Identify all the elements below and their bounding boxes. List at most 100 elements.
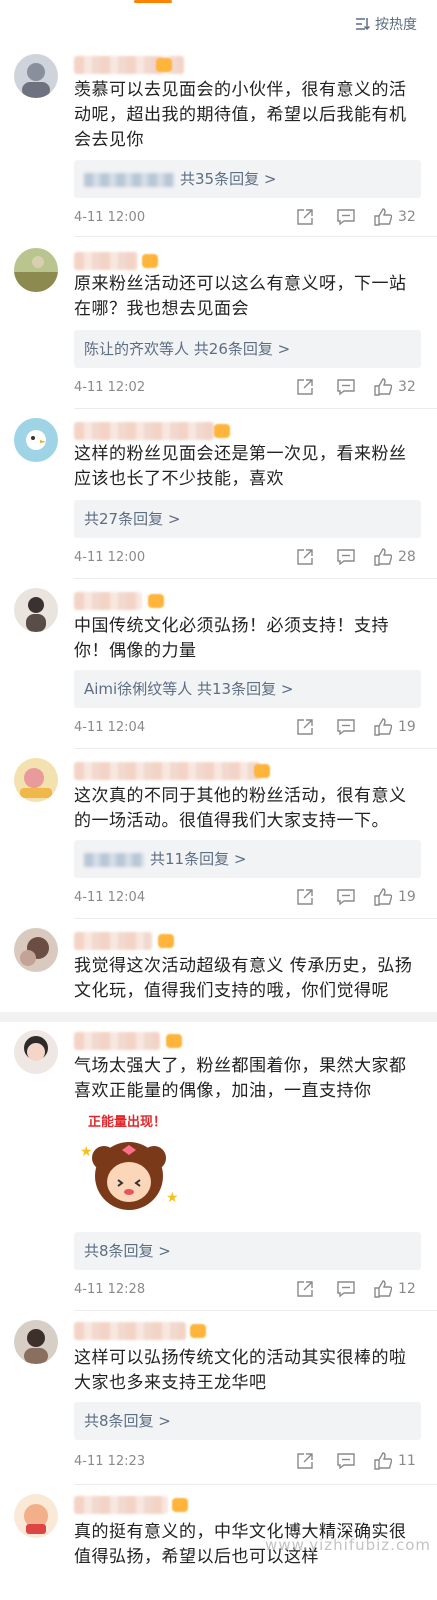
replies-link[interactable]: 共8条回复 >	[74, 1232, 421, 1270]
like-count: 32	[398, 209, 416, 225]
svg-text:★: ★	[166, 1190, 179, 1206]
share-icon[interactable]	[296, 208, 314, 230]
divider	[74, 918, 437, 919]
sticker-caption: 正能量出现！	[88, 1114, 166, 1130]
comment-icon[interactable]	[336, 208, 356, 230]
share-icon[interactable]	[296, 718, 314, 740]
like-button[interactable]: 11	[374, 1452, 416, 1470]
divider	[74, 236, 437, 237]
replies-count: 共26条回复 >	[193, 340, 291, 358]
replies-link[interactable]: 共8条回复 >	[74, 1402, 421, 1440]
user-name-blurred[interactable]	[74, 762, 260, 780]
reply-names-blurred	[84, 172, 174, 187]
vip-badge-icon	[172, 1498, 188, 1512]
active-tab-indicator	[134, 0, 172, 3]
share-icon[interactable]	[296, 548, 314, 570]
user-name-blurred[interactable]	[74, 932, 152, 950]
replies-link[interactable]: 陈让的齐欢等人 共26条回复 >	[74, 330, 421, 368]
comment-time: 4-11 12:28	[74, 1282, 146, 1297]
like-count: 19	[398, 889, 416, 905]
like-count: 11	[398, 1453, 416, 1469]
comment-meta: 4-11 12:00 32	[74, 208, 423, 228]
divider	[74, 1484, 437, 1485]
like-count: 12	[398, 1281, 416, 1297]
share-icon[interactable]	[296, 888, 314, 910]
replies-count: 共8条回复 >	[84, 1242, 171, 1260]
reply-names-blurred	[84, 852, 144, 867]
comment-text: 这样可以弘扬传统文化的活动其实很棒的啦大家也多来支持王龙华吧	[74, 1348, 407, 1393]
sort-label: 按热度	[375, 17, 417, 33]
like-button[interactable]: 12	[374, 1280, 416, 1298]
comment-time: 4-11 12:04	[74, 720, 146, 735]
comment-icon[interactable]	[336, 718, 356, 740]
sticker-image[interactable]: 正能量出现！ ★ ★	[74, 1110, 184, 1220]
replies-link[interactable]: 共27条回复 >	[74, 500, 421, 538]
sort-by-hot-button[interactable]: 按热度	[355, 14, 417, 34]
avatar[interactable]	[14, 928, 58, 972]
user-name-blurred[interactable]	[74, 1496, 168, 1514]
comment-text: 这样的粉丝见面会还是第一次见，看来粉丝应该也长了不少技能，喜欢	[74, 444, 407, 489]
like-count: 28	[398, 549, 416, 565]
comment-time: 4-11 12:23	[74, 1454, 146, 1469]
divider	[74, 748, 437, 749]
vip-badge-icon	[166, 1034, 182, 1048]
comment-text: 原来粉丝活动还可以这么有意义呀，下一站在哪？我也想去见面会	[74, 274, 407, 319]
comment-meta: 4-11 12:23 11	[74, 1452, 423, 1472]
comment-icon[interactable]	[336, 888, 356, 910]
avatar[interactable]	[14, 418, 58, 462]
thumb-up-icon	[374, 1452, 392, 1470]
replies-count: 共35条回复 >	[180, 170, 277, 188]
svg-text:★: ★	[80, 1144, 93, 1160]
replies-count: 共11条回复 >	[150, 850, 247, 868]
avatar[interactable]	[14, 1494, 58, 1538]
comment-icon[interactable]	[336, 1280, 356, 1302]
avatar[interactable]	[14, 758, 58, 802]
avatar[interactable]	[14, 54, 58, 98]
section-divider	[0, 1012, 437, 1022]
avatar[interactable]	[14, 588, 58, 632]
avatar[interactable]	[14, 1320, 58, 1364]
replies-link[interactable]: Aimi徐俐纹等人 共13条回复 >	[74, 670, 421, 708]
thumb-up-icon	[374, 888, 392, 906]
comment-meta: 4-11 12:00 28	[74, 548, 423, 568]
vip-badge-icon	[142, 254, 158, 268]
avatar[interactable]	[14, 1030, 58, 1074]
comment-meta: 4-11 12:04 19	[74, 888, 423, 908]
sort-icon	[356, 18, 371, 31]
comment-text: 气场太强大了，粉丝都围着你，果然大家都喜欢正能量的偶像，加油，一直支持你	[74, 1056, 407, 1101]
comment-icon[interactable]	[336, 1452, 356, 1474]
vip-badge-icon	[190, 1324, 206, 1338]
comment-text: 中国传统文化必须弘扬！必须支持！支持你！偶像的力量	[74, 616, 389, 661]
comment-time: 4-11 12:02	[74, 380, 146, 395]
comment-meta: 4-11 12:28 12	[74, 1280, 423, 1300]
comment-time: 4-11 12:00	[74, 550, 146, 565]
user-name-blurred[interactable]	[74, 252, 138, 270]
share-icon[interactable]	[296, 378, 314, 400]
replies-link[interactable]: 共11条回复 >	[74, 840, 421, 878]
vip-badge-icon	[254, 764, 270, 778]
divider	[74, 1310, 437, 1311]
share-icon[interactable]	[296, 1452, 314, 1474]
user-name-blurred[interactable]	[74, 422, 214, 440]
like-button[interactable]: 19	[374, 718, 416, 736]
replies-link[interactable]: 共35条回复 >	[74, 160, 421, 198]
thumb-up-icon	[374, 548, 392, 566]
vip-badge-icon	[148, 594, 164, 608]
thumb-up-icon	[374, 378, 392, 396]
comment-icon[interactable]	[336, 548, 356, 570]
comment-text: 羡慕可以去见面会的小伙伴，很有意义的活动呢，超出我的期待值，希望以后我能有机会去…	[74, 80, 407, 150]
like-button[interactable]: 32	[374, 378, 416, 396]
replies-count: 共8条回复 >	[84, 1412, 171, 1430]
share-icon[interactable]	[296, 1280, 314, 1302]
replies-count: 共27条回复 >	[84, 510, 181, 528]
comment-icon[interactable]	[336, 378, 356, 400]
like-button[interactable]: 19	[374, 888, 416, 906]
avatar[interactable]	[14, 248, 58, 292]
user-name-blurred[interactable]	[74, 1032, 160, 1050]
user-name-blurred[interactable]	[74, 1322, 186, 1340]
vip-badge-icon	[214, 424, 230, 438]
user-name-blurred[interactable]	[74, 592, 142, 610]
like-button[interactable]: 28	[374, 548, 416, 566]
like-button[interactable]: 32	[374, 208, 416, 226]
comment-time: 4-11 12:04	[74, 890, 146, 905]
